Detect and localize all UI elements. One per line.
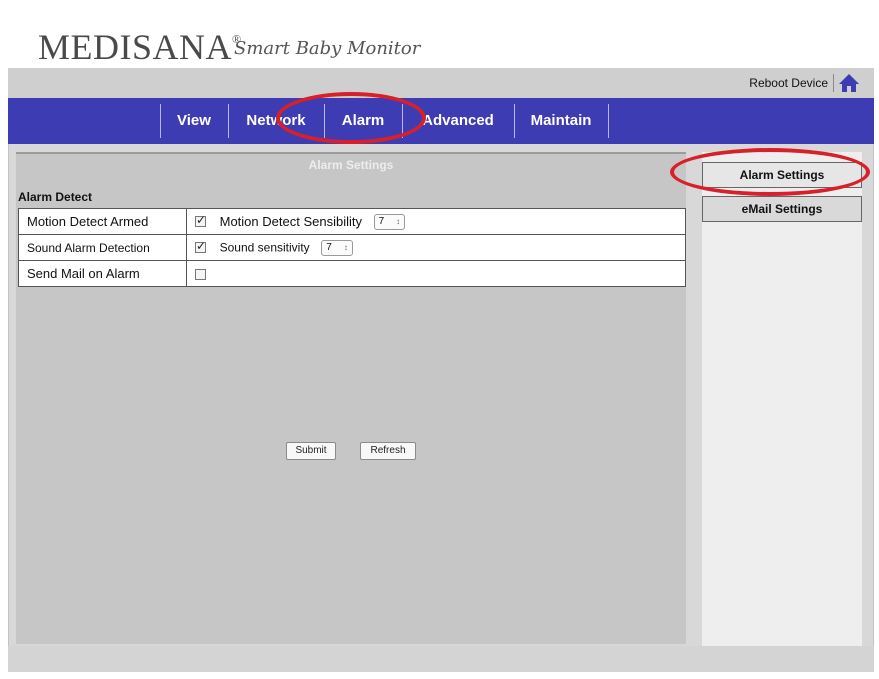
divider bbox=[833, 74, 834, 92]
divider bbox=[16, 152, 686, 154]
home-icon[interactable] bbox=[838, 73, 860, 93]
reboot-device-link[interactable]: Reboot Device bbox=[749, 76, 828, 90]
send-mail-checkbox[interactable] bbox=[195, 269, 206, 281]
sidebar-item-alarm-settings[interactable]: Alarm Settings bbox=[702, 162, 862, 188]
row-label: Motion Detect Armed bbox=[18, 208, 187, 235]
option-label: Motion Detect Sensibility bbox=[219, 214, 362, 230]
table-row: Send Mail on Alarm bbox=[18, 260, 686, 287]
tab-maintain[interactable]: Maintain bbox=[514, 98, 608, 144]
submit-button[interactable]: Submit bbox=[286, 442, 336, 460]
sidebar: Alarm Settings eMail Settings bbox=[702, 152, 862, 646]
chevron-updown-icon: ↕ bbox=[396, 216, 401, 226]
chevron-updown-icon: ↕ bbox=[343, 242, 348, 252]
tab-alarm[interactable]: Alarm bbox=[324, 98, 402, 144]
header: MEDISANA® Smart Baby Monitor bbox=[8, 8, 874, 68]
alarm-detect-table: Motion Detect Armed Motion Detect Sensib… bbox=[18, 208, 686, 287]
tab-network[interactable]: Network bbox=[228, 98, 324, 144]
alarm-settings-panel: Alarm Settings Alarm Detect Motion Detec… bbox=[16, 152, 686, 644]
group-title: Alarm Detect bbox=[18, 190, 93, 204]
tab-advanced[interactable]: Advanced bbox=[402, 98, 514, 144]
table-row: Motion Detect Armed Motion Detect Sensib… bbox=[18, 208, 686, 235]
section-title: Alarm Settings bbox=[308, 158, 394, 172]
brand-logo: MEDISANA® bbox=[38, 27, 242, 67]
row-controls: Sound sensitivity 7↕ bbox=[186, 234, 686, 261]
row-label: Send Mail on Alarm bbox=[18, 260, 187, 287]
refresh-button[interactable]: Refresh bbox=[360, 442, 416, 460]
motion-sensibility-select[interactable]: 7 ↕ bbox=[373, 213, 406, 230]
footer-bar bbox=[8, 646, 874, 672]
product-tagline: Smart Baby Monitor bbox=[234, 38, 421, 59]
table-row: Sound Alarm Detection Sound sensitivity … bbox=[18, 234, 686, 261]
tab-view[interactable]: View bbox=[160, 98, 228, 144]
row-controls bbox=[186, 260, 686, 287]
motion-detect-checkbox[interactable] bbox=[195, 213, 206, 228]
sidebar-item-email-settings[interactable]: eMail Settings bbox=[702, 196, 862, 222]
utility-bar: Reboot Device bbox=[8, 68, 874, 98]
sound-sensitivity-select[interactable]: 7 ↕ bbox=[321, 239, 353, 256]
nav-divider bbox=[608, 104, 609, 138]
sound-detect-checkbox[interactable] bbox=[195, 239, 206, 254]
row-label: Sound Alarm Detection bbox=[18, 234, 187, 261]
row-controls: Motion Detect Sensibility 7↕ bbox=[186, 208, 686, 235]
option-label: Sound sensitivity bbox=[219, 240, 310, 255]
main-nav: View Network Alarm Advanced Maintain bbox=[8, 98, 874, 144]
